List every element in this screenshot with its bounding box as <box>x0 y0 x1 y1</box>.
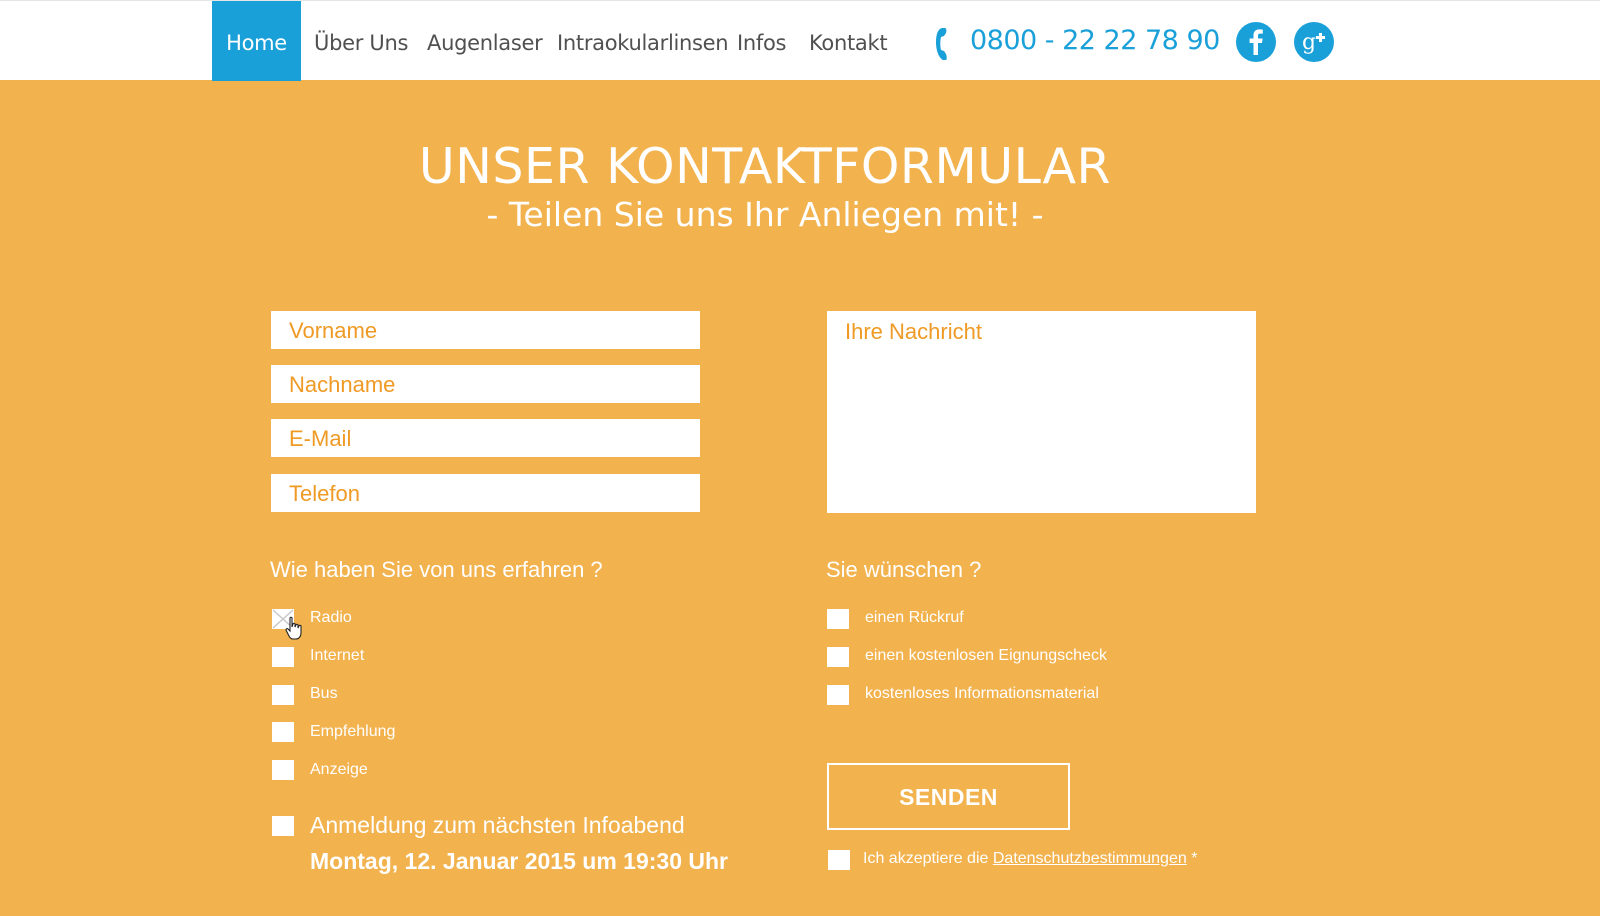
checkbox-rueckruf[interactable] <box>827 609 849 629</box>
checkbox-internet[interactable] <box>272 647 294 667</box>
phone-field[interactable]: Telefon <box>271 474 700 512</box>
checkbox-privacy[interactable] <box>828 850 850 870</box>
last-name-field[interactable]: Nachname <box>271 365 700 403</box>
checkbox-label-anzeige: Anzeige <box>310 761 368 778</box>
email-field[interactable]: E-Mail <box>271 419 700 457</box>
page-title: UNSER KONTAKTFORMULAR <box>418 138 1112 195</box>
checkbox-informationsmaterial[interactable] <box>827 685 849 705</box>
infoabend-date: Montag, 12. Januar 2015 um 19:30 Uhr <box>310 848 728 874</box>
nav-item-ueber-uns[interactable]: Über Uns <box>314 1 408 81</box>
checkbox-label-internet: Internet <box>310 647 365 664</box>
nav-item-home[interactable]: Home <box>212 1 301 81</box>
nav-item-infos[interactable]: Infos <box>737 1 786 81</box>
source-question-label: Wie haben Sie von uns erfahren ? <box>270 557 603 582</box>
send-button[interactable]: SENDEN <box>827 763 1070 830</box>
page-subtitle: - Teilen Sie uns Ihr Anliegen mit! - <box>486 195 1044 234</box>
facebook-icon[interactable] <box>1236 22 1276 62</box>
phone-icon <box>936 28 947 60</box>
infoabend-label: Anmeldung zum nächsten Infoabend <box>310 812 685 838</box>
first-name-field[interactable]: Vorname <box>271 311 700 349</box>
phone-number[interactable]: 0800 - 22 22 78 90 <box>970 25 1220 56</box>
checkbox-infoabend[interactable] <box>272 816 294 836</box>
privacy-policy-link[interactable]: Datenschutzbestimmungen <box>993 850 1187 867</box>
privacy-required-marker: * <box>1191 850 1198 867</box>
checkbox-label-bus: Bus <box>310 685 338 702</box>
google-plus-icon[interactable]: g <box>1294 22 1334 62</box>
svg-text:g: g <box>1302 30 1316 55</box>
wishes-question-label: Sie wünschen ? <box>826 557 982 582</box>
checkbox-label-radio: Radio <box>310 609 352 626</box>
checkbox-label-rueckruf: einen Rückruf <box>865 609 964 626</box>
top-navigation-bar: Home Über Uns Augenlaser Intraokularlins… <box>0 0 1600 81</box>
checkbox-anzeige[interactable] <box>272 760 294 780</box>
checkbox-empfehlung[interactable] <box>272 722 294 742</box>
nav-item-intraokularlinsen[interactable]: Intraokularlinsen <box>557 1 729 81</box>
privacy-prefix: Ich akzeptiere die <box>863 850 989 867</box>
privacy-statement: Ich akzeptiere die Datenschutzbestimmung… <box>863 850 1197 868</box>
hand-pointer-icon <box>285 616 302 640</box>
checkbox-label-informationsmaterial: kostenloses Informationsmaterial <box>865 685 1099 702</box>
message-textarea[interactable]: Ihre Nachricht <box>827 311 1256 513</box>
checkbox-bus[interactable] <box>272 685 294 705</box>
checkbox-label-eignungscheck: einen kostenlosen Eignungscheck <box>865 647 1107 664</box>
checkbox-label-empfehlung: Empfehlung <box>310 723 396 740</box>
checkbox-eignungscheck[interactable] <box>827 647 849 667</box>
nav-item-augenlaser[interactable]: Augenlaser <box>427 1 543 81</box>
nav-item-kontakt[interactable]: Kontakt <box>809 1 888 81</box>
